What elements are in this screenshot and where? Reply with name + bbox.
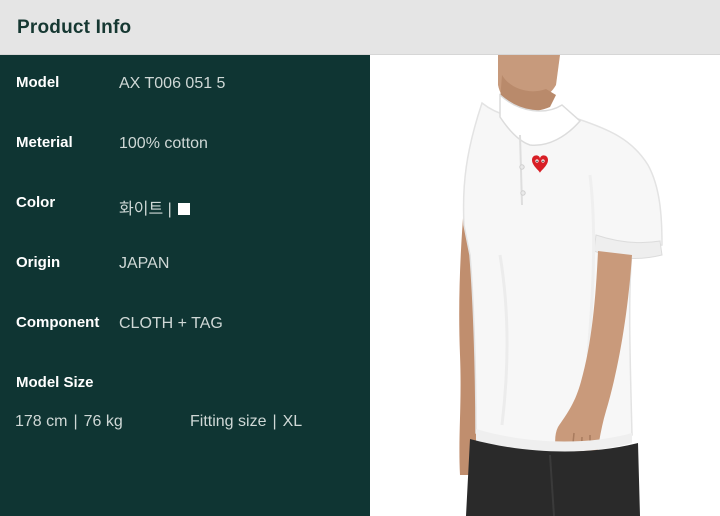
spec-label: Color xyxy=(16,194,56,211)
spec-label: Model xyxy=(16,74,60,91)
color-swatch xyxy=(178,203,191,215)
model-size-title: Model Size xyxy=(16,374,94,391)
product-spec-panel: Model AX T006 051 5 Meterial 100% cotton… xyxy=(0,55,370,516)
spec-value-color: 화이트 | xyxy=(119,195,191,219)
spec-label: Origin xyxy=(16,254,61,271)
spec-label: Meterial xyxy=(16,134,73,151)
spec-value: CLOTH + TAG xyxy=(119,315,223,332)
page-title: Product Info xyxy=(17,17,132,38)
model-measurements: 178 cm | 76 kg xyxy=(15,413,123,431)
product-info-page: Product Info Model AX T006 051 5 Meteria… xyxy=(0,0,720,516)
fitting-label: Fitting size xyxy=(190,413,267,430)
spec-value: JAPAN xyxy=(119,255,170,272)
spec-value: 100% cotton xyxy=(119,135,208,152)
separator: | xyxy=(272,413,277,430)
product-photo xyxy=(370,55,720,516)
fitting-value: XL xyxy=(282,413,303,430)
spec-label: Component xyxy=(16,314,100,331)
spec-value: AX T006 051 5 xyxy=(119,75,226,92)
color-name: 화이트 | xyxy=(119,201,172,218)
model-height: 178 cm xyxy=(15,413,68,430)
model-weight: 76 kg xyxy=(83,413,123,430)
header-bar: Product Info xyxy=(0,0,720,55)
separator: | xyxy=(73,413,78,430)
model-wearing-polo-image xyxy=(459,55,663,516)
fitting-size: Fitting size | XL xyxy=(190,413,302,431)
